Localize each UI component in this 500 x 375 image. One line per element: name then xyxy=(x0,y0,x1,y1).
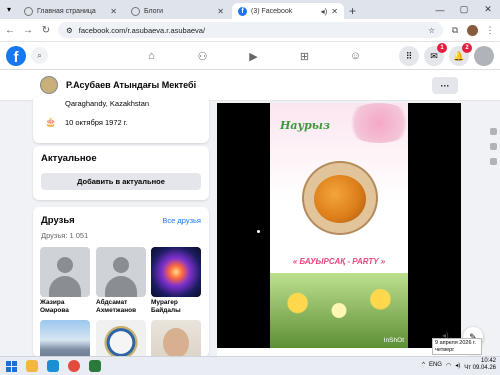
browser-toolbar: ← → ↻ ⚙ facebook.com/r.asubaeva.r.asubae… xyxy=(0,19,500,42)
browser-tab[interactable]: Главная страница ✕ xyxy=(18,3,123,19)
facebook-right-controls: ⠿ ✉ 1 🔔 2 xyxy=(399,43,494,66)
language-indicator[interactable]: ENG xyxy=(429,362,442,368)
tooltip-weekday: четверг xyxy=(435,347,455,353)
contact-icon[interactable] xyxy=(490,158,497,165)
featured-card: Актуальное Добавить в актуальное xyxy=(33,146,209,200)
location-text: Qaraghandy, Kazakhstan xyxy=(65,99,150,108)
close-tab-icon[interactable]: ✕ xyxy=(331,7,338,16)
see-all-friends-link[interactable]: Все друзья xyxy=(162,216,201,225)
file-explorer-icon[interactable] xyxy=(26,360,38,372)
close-tab-icon[interactable]: ✕ xyxy=(110,7,117,16)
clock-date: Чт 09.04.26 xyxy=(464,365,496,371)
friend-name[interactable]: Жазира Омарова xyxy=(40,299,90,315)
extensions-icon[interactable]: ⧉ xyxy=(449,25,461,36)
windows-taskbar: ^ ENG ◠ ◂) 10:42 Чт 09.04.26 xyxy=(0,356,500,375)
app-icon[interactable] xyxy=(89,360,101,372)
windows-start-icon[interactable] xyxy=(6,360,17,372)
globe-icon xyxy=(131,6,140,16)
post-video-image[interactable]: Наурыз « БАУЫРСАҚ - PARTY » InShOt xyxy=(270,103,408,348)
post-footer xyxy=(217,348,467,356)
contact-icon[interactable] xyxy=(490,128,497,135)
carousel-dot xyxy=(257,230,260,233)
tab-title: Главная страница xyxy=(37,7,96,15)
browser-tab-active[interactable]: f (3) Facebook ◂) ✕ xyxy=(232,3,344,19)
nauryz-title: Наурыз xyxy=(280,119,331,132)
tab-search-icon[interactable]: ▾ xyxy=(0,0,18,19)
contact-icon[interactable] xyxy=(490,143,497,150)
speaker-icon[interactable]: ◂) xyxy=(321,7,328,16)
facebook-favicon-icon: f xyxy=(238,6,247,16)
profile-avatar[interactable] xyxy=(40,76,58,94)
baursak-image xyxy=(314,175,366,223)
groups-icon[interactable]: ☺ xyxy=(330,42,381,70)
window-controls: — ▢ ✕ xyxy=(428,0,500,19)
back-button[interactable]: ← xyxy=(4,25,16,36)
edge-icon[interactable] xyxy=(47,360,59,372)
friends-card: Друзья Все друзья Друзья: 1 051 Жазира О… xyxy=(33,207,209,370)
tab-title: (3) Facebook xyxy=(251,7,293,15)
globe-icon xyxy=(24,6,33,16)
url-text: facebook.com/r.asubaeva.r.asubaeva/ xyxy=(78,25,206,35)
messenger-icon[interactable]: ✉ 1 xyxy=(424,43,447,66)
site-info-icon[interactable]: ⚙ xyxy=(66,26,73,35)
friends-heading[interactable]: Друзья xyxy=(41,215,75,226)
friend-photo xyxy=(151,247,201,297)
wifi-icon[interactable]: ◠ xyxy=(446,362,451,369)
close-tab-icon[interactable]: ✕ xyxy=(217,7,224,16)
friend-tile[interactable]: Мурагер Байдалы xyxy=(151,247,201,315)
close-window-button[interactable]: ✕ xyxy=(476,0,500,19)
more-button[interactable]: ··· xyxy=(432,77,458,94)
marketplace-icon[interactable]: ⊞ xyxy=(279,42,330,70)
facebook-navbar: f ⌕ ⌂ ⚇ ▶ ⊞ ☺ ⠿ ✉ 1 🔔 2 xyxy=(0,42,500,70)
friend-name[interactable]: Абдсамат Ахметжанов xyxy=(96,299,146,315)
reload-button[interactable]: ↻ xyxy=(40,25,52,36)
cherry-blossom-decoration xyxy=(344,103,408,143)
profile-avatar[interactable] xyxy=(467,24,478,36)
featured-heading: Актуальное xyxy=(41,153,97,164)
browser-tabstrip: ▾ Главная страница ✕ Блоги ✕ f (3) Faceb… xyxy=(0,0,500,19)
friend-tile[interactable]: Жазира Омарова xyxy=(40,247,90,315)
system-tray: ^ ENG ◠ ◂) 10:42 Чт 09.04.26 xyxy=(422,358,496,372)
add-featured-button[interactable]: Добавить в актуальное xyxy=(41,173,201,190)
address-bar[interactable]: ⚙ facebook.com/r.asubaeva.r.asubaeva/ ☆ xyxy=(58,22,443,38)
home-icon[interactable]: ⌂ xyxy=(126,42,177,70)
messenger-badge: 1 xyxy=(437,43,447,53)
maximize-button[interactable]: ▢ xyxy=(452,0,476,19)
tooltip-date: 9 апреля 2026 г. xyxy=(435,340,476,346)
watch-icon[interactable]: ▶ xyxy=(228,42,279,70)
birthday-text: 10 октября 1972 г. xyxy=(65,118,128,127)
friend-tile[interactable]: Абдсамат Ахметжанов xyxy=(96,247,146,315)
minimize-button[interactable]: — xyxy=(428,0,452,19)
forward-button[interactable]: → xyxy=(22,25,34,36)
notifications-badge: 2 xyxy=(462,43,472,53)
chevron-up-icon[interactable]: ^ xyxy=(422,362,425,368)
facebook-logo[interactable]: f xyxy=(6,45,26,66)
new-tab-button[interactable]: + xyxy=(349,3,356,19)
default-avatar-icon xyxy=(40,247,90,297)
chrome-icon[interactable] xyxy=(68,360,80,372)
browser-tab[interactable]: Блоги ✕ xyxy=(125,3,230,19)
friends-count: Друзья: 1 051 xyxy=(41,231,89,240)
default-avatar-icon xyxy=(96,247,146,297)
birthday-cake-icon: 🎂 xyxy=(45,117,57,127)
speaker-icon[interactable]: ◂) xyxy=(455,362,460,369)
tab-title: Блоги xyxy=(144,7,164,15)
menu-icon[interactable]: ⋮ xyxy=(484,25,496,36)
inshot-watermark: InShOt xyxy=(383,337,404,344)
party-text: « БАУЫРСАҚ - PARTY » xyxy=(292,257,386,266)
friend-name[interactable]: Мурагер Байдалы xyxy=(151,299,201,315)
clock-time: 10:42 xyxy=(480,358,496,364)
account-avatar[interactable] xyxy=(474,46,494,66)
profile-name[interactable]: Р.Асубаев Атындағы Мектебі xyxy=(66,80,196,90)
intro-card: Qaraghandy, Kazakhstan 🎂 10 октября 1972… xyxy=(33,96,209,143)
search-icon[interactable]: ⌕ xyxy=(31,47,48,64)
menu-grid-icon[interactable]: ⠿ xyxy=(399,46,419,66)
friends-icon[interactable]: ⚇ xyxy=(177,42,228,70)
star-icon[interactable]: ☆ xyxy=(428,26,435,35)
date-tooltip: 9 апреля 2026 г. четверг xyxy=(432,338,482,355)
notifications-icon[interactable]: 🔔 2 xyxy=(449,43,472,66)
clock[interactable]: 10:42 Чт 09.04.26 xyxy=(464,358,496,372)
facebook-main-tabs: ⌂ ⚇ ▶ ⊞ ☺ xyxy=(126,42,381,70)
right-edge-icons xyxy=(490,128,500,348)
